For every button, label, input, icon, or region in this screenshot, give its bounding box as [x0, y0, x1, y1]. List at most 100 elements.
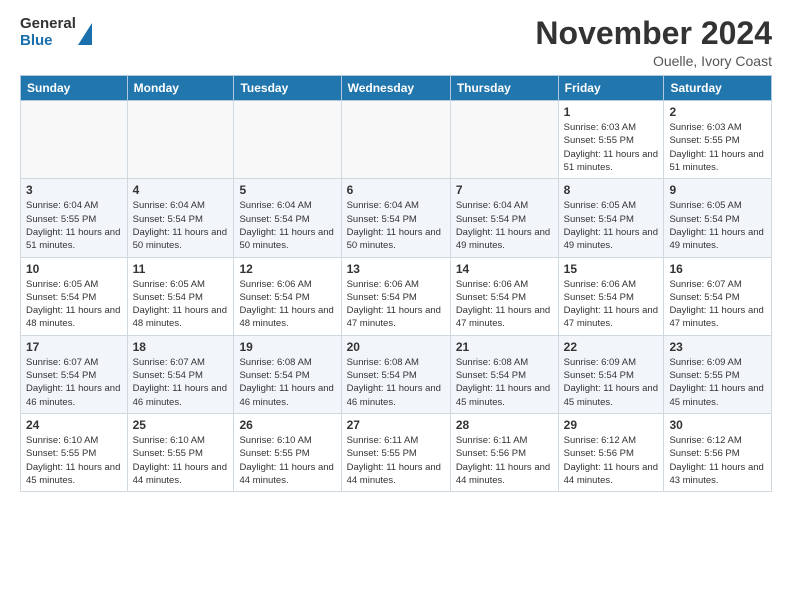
day-info: Sunrise: 6:06 AM Sunset: 5:54 PM Dayligh… — [239, 278, 335, 331]
week-row-2: 3Sunrise: 6:04 AM Sunset: 5:55 PM Daylig… — [21, 179, 772, 257]
day-number: 18 — [133, 340, 229, 354]
day-number: 1 — [564, 105, 659, 119]
weekday-header-saturday: Saturday — [664, 76, 772, 101]
calendar-cell: 27 Sunrise: 6:11 AM Sunset: 5:55 PM Dayli… — [341, 413, 450, 491]
calendar-cell: 12 Sunrise: 6:06 AM Sunset: 5:54 PM Dayli… — [234, 257, 341, 335]
calendar-cell: 9Sunrise: 6:05 AM Sunset: 5:54 PM Daylig… — [664, 179, 772, 257]
weekday-header-sunday: Sunday — [21, 76, 128, 101]
day-number: 19 — [239, 340, 335, 354]
day-info: Sunrise: 6:10 AM Sunset: 5:55 PM Dayligh… — [26, 434, 122, 487]
calendar-cell: 30 Sunrise: 6:12 AM Sunset: 5:56 PM Dayli… — [664, 413, 772, 491]
calendar-cell: 10 Sunrise: 6:05 AM Sunset: 5:54 PM Dayli… — [21, 257, 128, 335]
calendar-cell: 16 Sunrise: 6:07 AM Sunset: 5:54 PM Dayli… — [664, 257, 772, 335]
day-number: 24 — [26, 418, 122, 432]
calendar-cell — [21, 101, 128, 179]
logo-text: General Blue — [20, 16, 76, 49]
day-info: Sunrise: 6:06 AM Sunset: 5:54 PM Dayligh… — [456, 278, 553, 331]
day-info: Sunrise: 6:04 AM Sunset: 5:54 PM Dayligh… — [239, 199, 335, 252]
calendar-cell: 25 Sunrise: 6:10 AM Sunset: 5:55 PM Dayli… — [127, 413, 234, 491]
calendar-cell: 23Sunrise: 6:09 AM Sunset: 5:55 PM Dayli… — [664, 335, 772, 413]
calendar-subtitle: Ouelle, Ivory Coast — [535, 53, 772, 69]
day-number: 12 — [239, 262, 335, 276]
day-number: 21 — [456, 340, 553, 354]
day-info: Sunrise: 6:12 AM Sunset: 5:56 PM Dayligh… — [669, 434, 766, 487]
day-info: Sunrise: 6:05 AM Sunset: 5:54 PM Dayligh… — [669, 199, 766, 252]
calendar-cell: 17 Sunrise: 6:07 AM Sunset: 5:54 PM Dayli… — [21, 335, 128, 413]
day-info: Sunrise: 6:05 AM Sunset: 5:54 PM Dayligh… — [564, 199, 659, 252]
day-number: 10 — [26, 262, 122, 276]
logo: General Blue — [20, 16, 92, 49]
day-info: Sunrise: 6:10 AM Sunset: 5:55 PM Dayligh… — [239, 434, 335, 487]
day-info: Sunrise: 6:03 AM Sunset: 5:55 PM Dayligh… — [564, 121, 659, 174]
day-number: 30 — [669, 418, 766, 432]
day-info: Sunrise: 6:11 AM Sunset: 5:56 PM Dayligh… — [456, 434, 553, 487]
calendar-cell: 14Sunrise: 6:06 AM Sunset: 5:54 PM Dayli… — [450, 257, 558, 335]
day-number: 22 — [564, 340, 659, 354]
day-number: 8 — [564, 183, 659, 197]
day-info: Sunrise: 6:07 AM Sunset: 5:54 PM Dayligh… — [133, 356, 229, 409]
calendar-header: SundayMondayTuesdayWednesdayThursdayFrid… — [21, 76, 772, 101]
weekday-header-thursday: Thursday — [450, 76, 558, 101]
calendar-cell: 20Sunrise: 6:08 AM Sunset: 5:54 PM Dayli… — [341, 335, 450, 413]
calendar-cell: 18 Sunrise: 6:07 AM Sunset: 5:54 PM Dayli… — [127, 335, 234, 413]
day-info: Sunrise: 6:10 AM Sunset: 5:55 PM Dayligh… — [133, 434, 229, 487]
weekday-header-wednesday: Wednesday — [341, 76, 450, 101]
day-number: 25 — [133, 418, 229, 432]
day-number: 17 — [26, 340, 122, 354]
day-number: 5 — [239, 183, 335, 197]
logo-blue: Blue — [20, 33, 76, 50]
calendar-cell: 24 Sunrise: 6:10 AM Sunset: 5:55 PM Dayli… — [21, 413, 128, 491]
day-info: Sunrise: 6:04 AM Sunset: 5:54 PM Dayligh… — [456, 199, 553, 252]
day-info: Sunrise: 6:05 AM Sunset: 5:54 PM Dayligh… — [133, 278, 229, 331]
calendar-page: General Blue November 2024 Ouelle, Ivory… — [0, 0, 792, 508]
calendar-table: SundayMondayTuesdayWednesdayThursdayFrid… — [20, 75, 772, 492]
calendar-cell: 7 Sunrise: 6:04 AM Sunset: 5:54 PM Daylig… — [450, 179, 558, 257]
calendar-cell: 13 Sunrise: 6:06 AM Sunset: 5:54 PM Dayli… — [341, 257, 450, 335]
calendar-cell: 19Sunrise: 6:08 AM Sunset: 5:54 PM Dayli… — [234, 335, 341, 413]
week-row-5: 24 Sunrise: 6:10 AM Sunset: 5:55 PM Dayli… — [21, 413, 772, 491]
title-block: November 2024 Ouelle, Ivory Coast — [535, 16, 772, 69]
day-number: 3 — [26, 183, 122, 197]
weekday-header-monday: Monday — [127, 76, 234, 101]
calendar-cell: 22 Sunrise: 6:09 AM Sunset: 5:54 PM Dayli… — [558, 335, 664, 413]
day-number: 13 — [347, 262, 445, 276]
day-info: Sunrise: 6:08 AM Sunset: 5:54 PM Dayligh… — [456, 356, 553, 409]
calendar-cell: 4Sunrise: 6:04 AM Sunset: 5:54 PM Daylig… — [127, 179, 234, 257]
calendar-cell — [450, 101, 558, 179]
day-number: 7 — [456, 183, 553, 197]
week-row-4: 17 Sunrise: 6:07 AM Sunset: 5:54 PM Dayli… — [21, 335, 772, 413]
week-row-3: 10 Sunrise: 6:05 AM Sunset: 5:54 PM Dayli… — [21, 257, 772, 335]
day-info: Sunrise: 6:05 AM Sunset: 5:54 PM Dayligh… — [26, 278, 122, 331]
calendar-cell: 1 Sunrise: 6:03 AM Sunset: 5:55 PM Daylig… — [558, 101, 664, 179]
day-number: 23 — [669, 340, 766, 354]
calendar-cell: 15Sunrise: 6:06 AM Sunset: 5:54 PM Dayli… — [558, 257, 664, 335]
calendar-body: 1 Sunrise: 6:03 AM Sunset: 5:55 PM Daylig… — [21, 101, 772, 492]
calendar-cell: 5 Sunrise: 6:04 AM Sunset: 5:54 PM Daylig… — [234, 179, 341, 257]
calendar-cell: 29Sunrise: 6:12 AM Sunset: 5:56 PM Dayli… — [558, 413, 664, 491]
day-info: Sunrise: 6:04 AM Sunset: 5:54 PM Dayligh… — [347, 199, 445, 252]
day-info: Sunrise: 6:07 AM Sunset: 5:54 PM Dayligh… — [26, 356, 122, 409]
day-number: 29 — [564, 418, 659, 432]
day-number: 11 — [133, 262, 229, 276]
weekday-header-friday: Friday — [558, 76, 664, 101]
day-info: Sunrise: 6:06 AM Sunset: 5:54 PM Dayligh… — [347, 278, 445, 331]
calendar-title: November 2024 — [535, 16, 772, 51]
day-info: Sunrise: 6:07 AM Sunset: 5:54 PM Dayligh… — [669, 278, 766, 331]
calendar-cell: 28 Sunrise: 6:11 AM Sunset: 5:56 PM Dayli… — [450, 413, 558, 491]
day-info: Sunrise: 6:11 AM Sunset: 5:55 PM Dayligh… — [347, 434, 445, 487]
logo-triangle-icon — [78, 23, 92, 45]
day-info: Sunrise: 6:03 AM Sunset: 5:55 PM Dayligh… — [669, 121, 766, 174]
day-number: 28 — [456, 418, 553, 432]
day-number: 16 — [669, 262, 766, 276]
day-info: Sunrise: 6:09 AM Sunset: 5:54 PM Dayligh… — [564, 356, 659, 409]
day-number: 15 — [564, 262, 659, 276]
logo-general: General — [20, 16, 76, 33]
day-number: 27 — [347, 418, 445, 432]
calendar-cell: 26Sunrise: 6:10 AM Sunset: 5:55 PM Dayli… — [234, 413, 341, 491]
calendar-cell: 6 Sunrise: 6:04 AM Sunset: 5:54 PM Daylig… — [341, 179, 450, 257]
week-row-1: 1 Sunrise: 6:03 AM Sunset: 5:55 PM Daylig… — [21, 101, 772, 179]
day-number: 2 — [669, 105, 766, 119]
calendar-cell — [234, 101, 341, 179]
header: General Blue November 2024 Ouelle, Ivory… — [20, 16, 772, 69]
day-number: 6 — [347, 183, 445, 197]
